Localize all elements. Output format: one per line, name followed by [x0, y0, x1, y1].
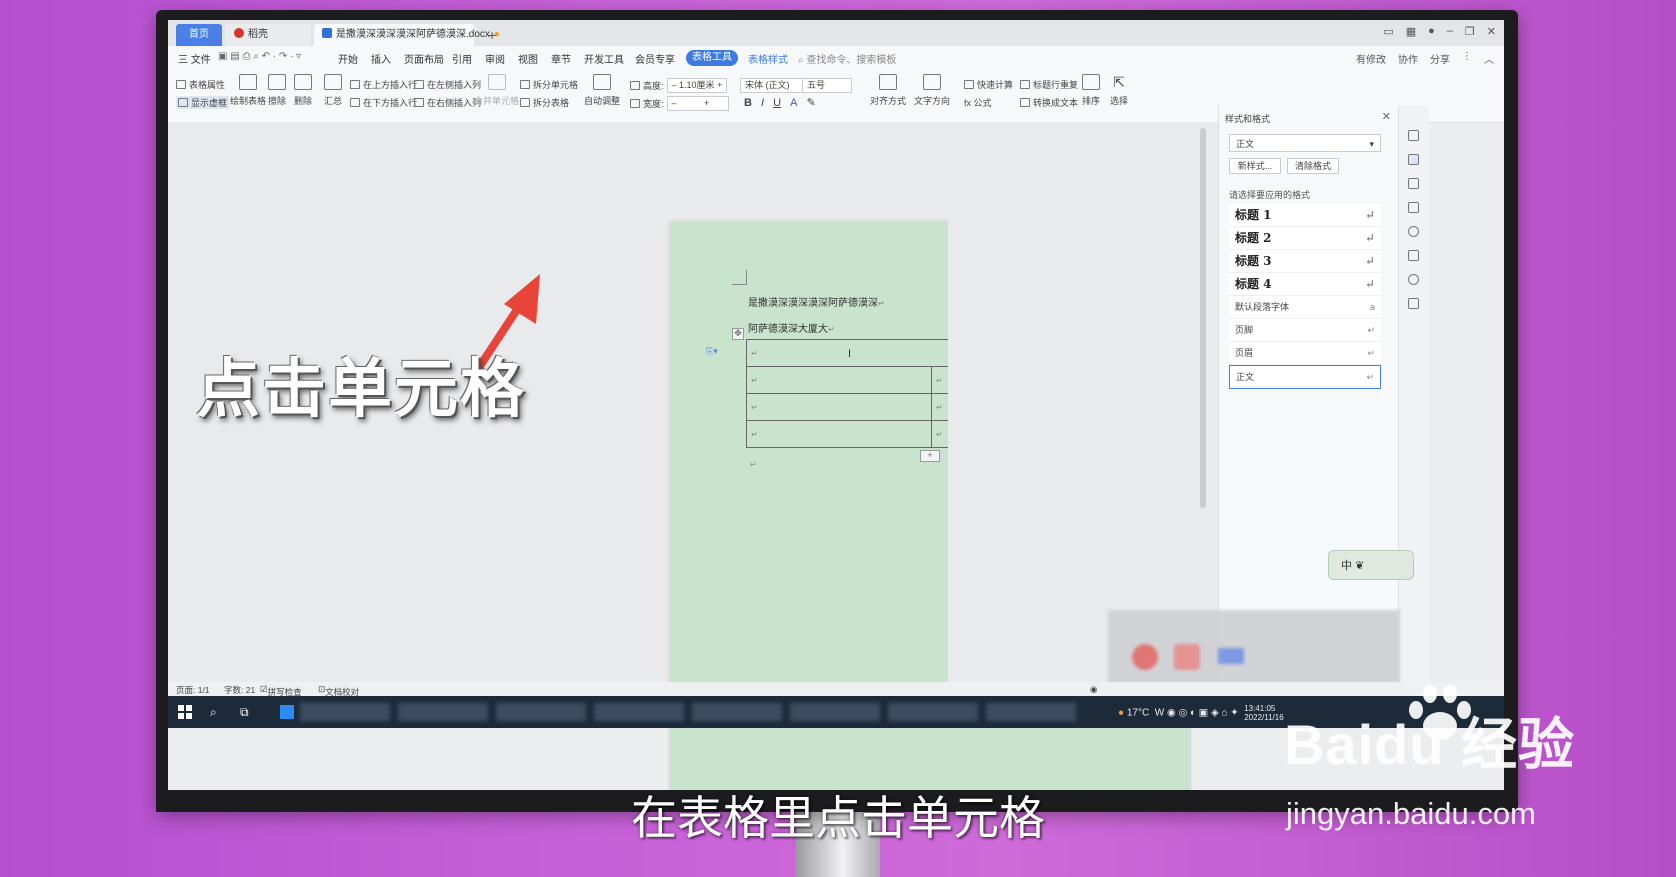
watermark-url: jingyan.baidu.com	[1286, 796, 1536, 831]
callout-text: 点击单元格	[196, 353, 526, 425]
baidu-paw-icon	[1409, 685, 1471, 740]
